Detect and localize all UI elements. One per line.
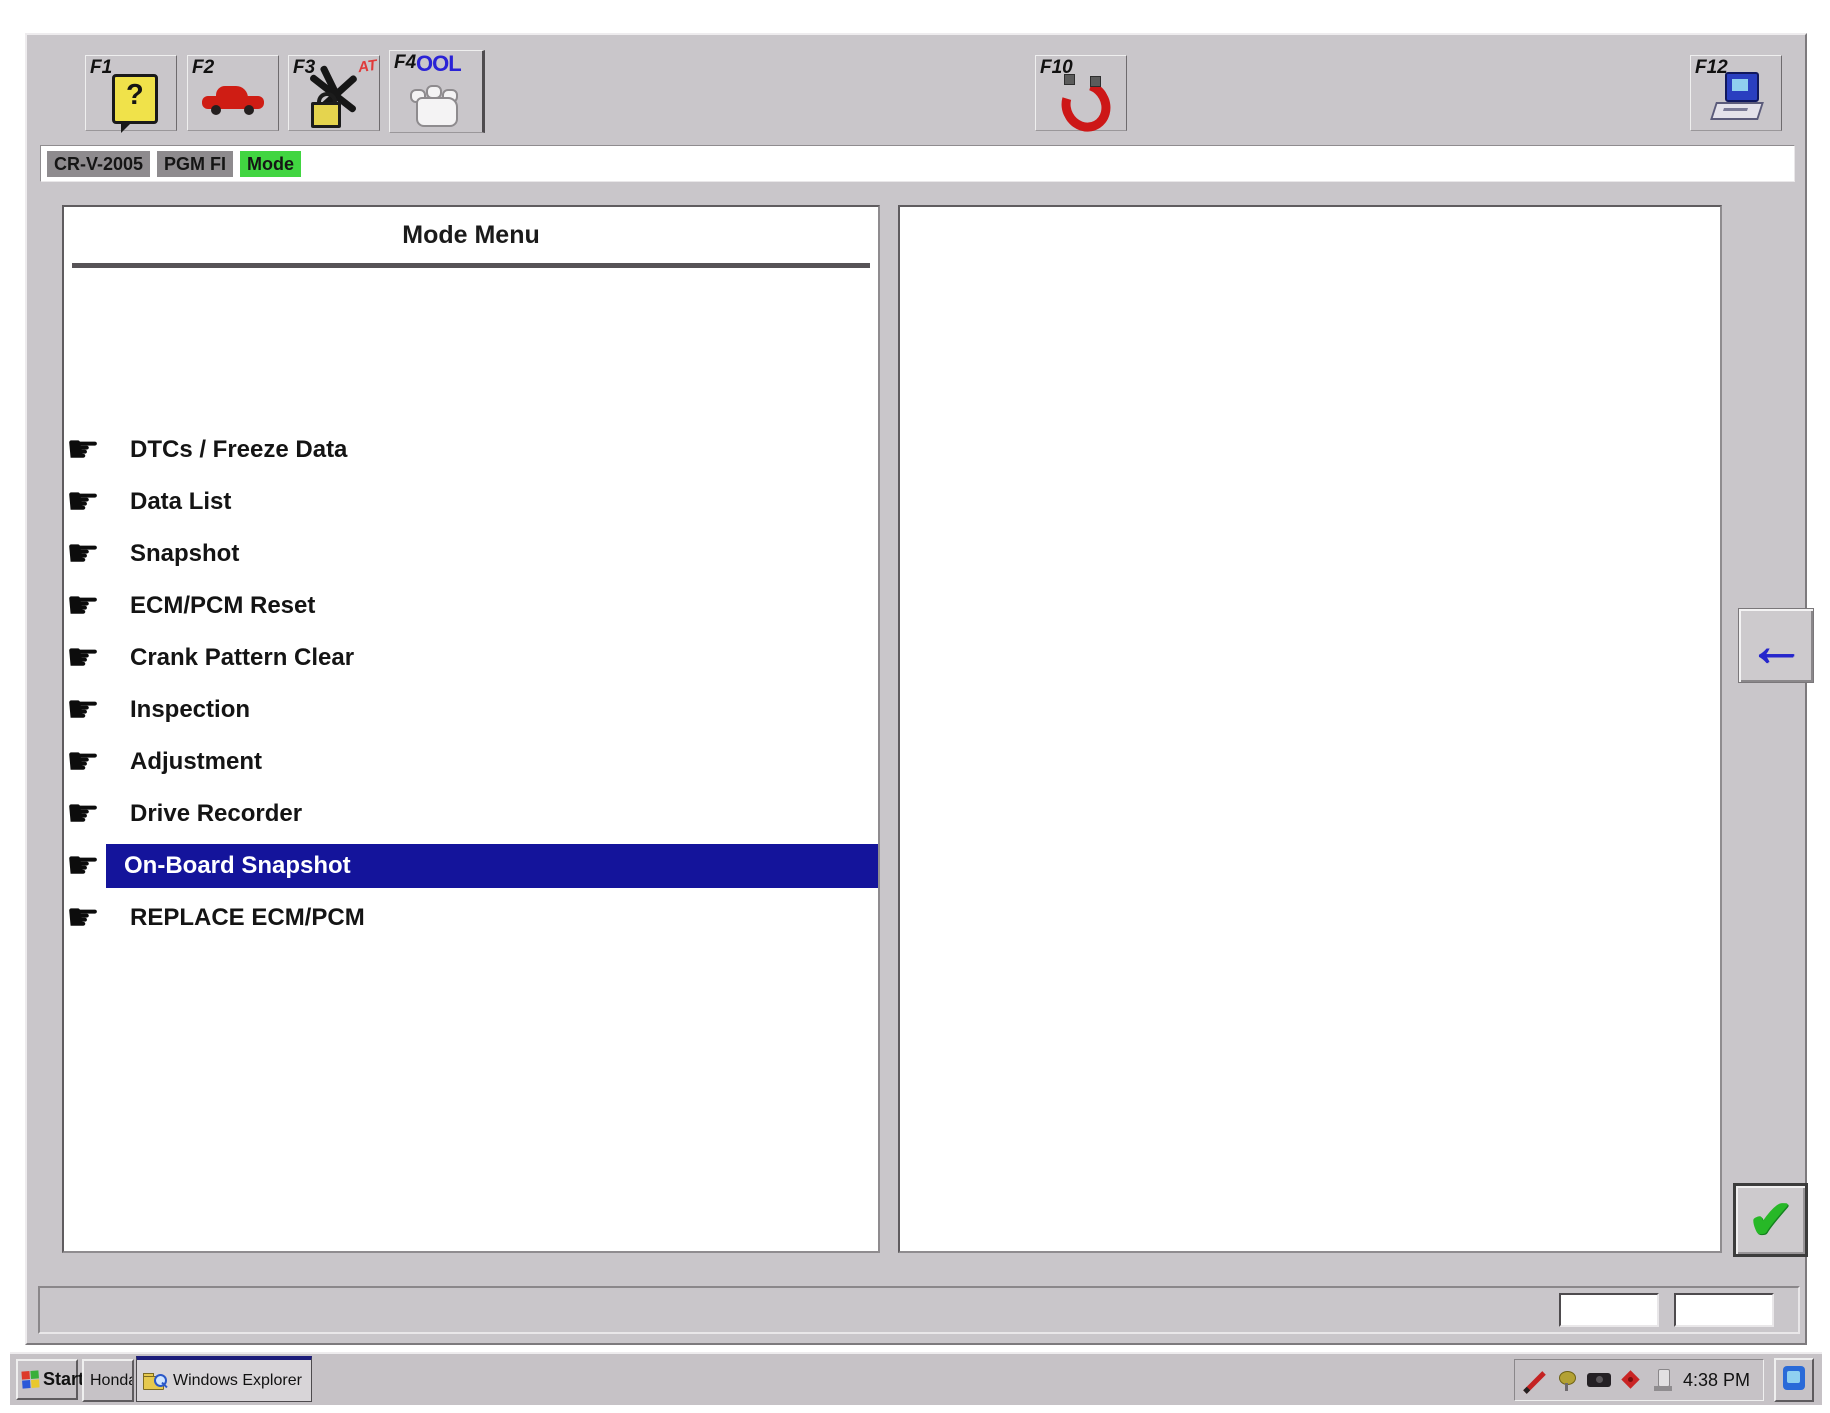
pointing-hand-icon <box>64 847 106 885</box>
pointing-hand-icon <box>64 431 106 469</box>
tray-alert-icon[interactable] <box>1619 1367 1643 1393</box>
mode-menu-divider <box>72 263 870 268</box>
start-button[interactable]: Start <box>16 1359 78 1400</box>
tab-f12-label: F12 <box>1695 57 1728 79</box>
car-icon <box>202 84 264 116</box>
taskbar-item-windows-explorer[interactable]: Windows Explorer <box>136 1356 312 1402</box>
menu-item-adjustment[interactable]: Adjustment <box>64 736 878 788</box>
tray-corner-icon[interactable] <box>1774 1358 1814 1402</box>
mode-menu-title: Mode Menu <box>64 221 878 250</box>
menu-item-inspection[interactable]: Inspection <box>64 684 878 736</box>
breadcrumb-mode: Mode <box>240 151 301 177</box>
tab-f2-vehicle[interactable]: F2 <box>187 55 279 131</box>
menu-item-crank-pattern-clear[interactable]: Crank Pattern Clear <box>64 632 878 684</box>
tray-connector-icon[interactable] <box>1651 1367 1675 1393</box>
windows-logo-icon <box>21 1370 39 1388</box>
green-check-icon <box>1748 1193 1793 1247</box>
tool-hand-icon <box>408 81 464 125</box>
pointing-hand-icon <box>64 743 106 781</box>
pointing-hand-icon <box>64 535 106 573</box>
taskbar: Start Honda D Windows Explorer 4:38 PM <box>10 1352 1822 1405</box>
windows-explorer-icon <box>143 1372 167 1390</box>
tab-f10-label: F10 <box>1040 57 1073 79</box>
tray-pin-icon[interactable] <box>1555 1367 1579 1393</box>
back-button[interactable] <box>1738 608 1814 683</box>
breadcrumb-system[interactable]: PGM FI <box>157 151 233 177</box>
tab-f3-label: F3 <box>293 57 315 79</box>
tray-pen-icon[interactable] <box>1523 1367 1547 1393</box>
help-icon <box>112 74 158 124</box>
pointing-hand-icon <box>64 483 106 521</box>
mode-menu-panel: Mode Menu DTCs / Freeze Data Data List S… <box>62 205 880 1253</box>
mode-menu-list: DTCs / Freeze Data Data List Snapshot EC… <box>64 424 878 944</box>
pointing-hand-icon <box>64 587 106 625</box>
menu-item-on-board-snapshot-selected[interactable]: On-Board Snapshot <box>64 840 878 892</box>
scope-icon <box>1060 74 1100 120</box>
tab-f10-scope[interactable]: F10 <box>1035 55 1127 131</box>
pointing-hand-icon <box>64 691 106 729</box>
tab-f4-label: F4 <box>394 52 416 74</box>
menu-item-data-list[interactable]: Data List <box>64 476 878 528</box>
menu-item-snapshot[interactable]: Snapshot <box>64 528 878 580</box>
tab-f4-mode-active[interactable]: F4 OOL <box>389 50 485 133</box>
tab-f1-label: F1 <box>90 57 112 79</box>
status-field-2 <box>1674 1293 1774 1327</box>
tab-f3-red-text: AT <box>357 57 378 76</box>
pointing-hand-icon <box>64 899 106 937</box>
tray-camera-icon[interactable] <box>1587 1367 1611 1393</box>
tab-f1-help[interactable]: F1 <box>85 55 177 131</box>
content-panel <box>898 205 1722 1253</box>
hds-app-window: F1 F2 F3 AT F4 OOL F10 F12 <box>25 33 1807 1345</box>
tab-f2-label: F2 <box>192 57 214 79</box>
computer-print-icon <box>1711 72 1765 126</box>
confirm-button[interactable] <box>1733 1183 1808 1257</box>
pointing-hand-icon <box>64 795 106 833</box>
menu-item-replace-ecm-pcm[interactable]: REPLACE ECM/PCM <box>64 892 878 944</box>
menu-item-dtcs-freeze-data[interactable]: DTCs / Freeze Data <box>64 424 878 476</box>
tab-f4-blue-text: OOL <box>416 51 461 77</box>
clock: 4:38 PM <box>1683 1370 1750 1391</box>
taskbar-item-honda[interactable]: Honda D <box>82 1359 134 1402</box>
status-field-1 <box>1559 1293 1659 1327</box>
breadcrumb-vehicle[interactable]: CR-V-2005 <box>47 151 150 177</box>
breadcrumb: CR-V-2005 PGM FI Mode <box>40 145 1795 182</box>
status-bar <box>38 1286 1800 1334</box>
pointing-hand-icon <box>64 639 106 677</box>
system-tray: 4:38 PM <box>1514 1359 1764 1401</box>
tab-f12-print[interactable]: F12 <box>1690 55 1782 131</box>
left-arrow-icon <box>1747 617 1805 675</box>
menu-item-ecm-pcm-reset[interactable]: ECM/PCM Reset <box>64 580 878 632</box>
menu-item-drive-recorder[interactable]: Drive Recorder <box>64 788 878 840</box>
tab-f3-tools[interactable]: F3 AT <box>288 55 380 131</box>
